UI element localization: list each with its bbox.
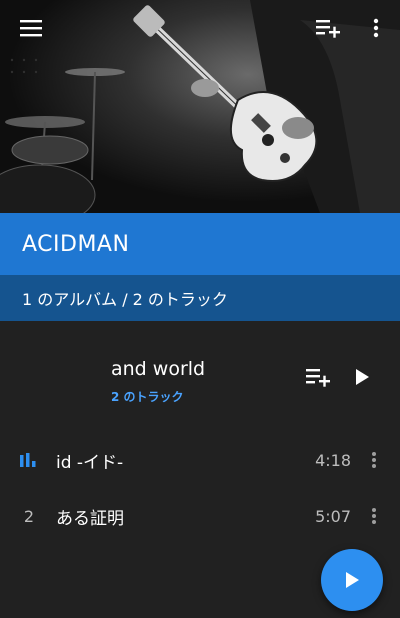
- track-overflow-button[interactable]: [362, 500, 386, 532]
- more-vertical-icon: [372, 452, 376, 468]
- hamburger-menu-icon: [20, 20, 42, 37]
- add-to-queue-button[interactable]: [312, 12, 344, 44]
- track-row[interactable]: id -イド- 4:18: [0, 432, 400, 488]
- play-icon: [356, 369, 369, 385]
- album-play-button[interactable]: [346, 361, 378, 393]
- equalizer-icon: [20, 453, 36, 467]
- track-row[interactable]: 2 ある証明 5:07: [0, 488, 400, 544]
- track-number: 2: [23, 506, 35, 526]
- artist-header: ACIDMAN: [0, 213, 400, 275]
- now-playing-indicator: [18, 432, 40, 488]
- artist-summary-bar: 1 のアルバム / 2 のトラック: [0, 275, 400, 321]
- overflow-menu-button[interactable]: [360, 12, 392, 44]
- track-title: id -イド-: [56, 452, 124, 473]
- menu-button[interactable]: [15, 12, 47, 44]
- artist-hero-image: [0, 0, 400, 213]
- track-duration: 5:07: [315, 506, 351, 526]
- play-icon: [346, 572, 359, 588]
- track-title: ある証明: [56, 508, 124, 529]
- artist-summary: 1 のアルバム / 2 のトラック: [22, 290, 228, 309]
- track-overflow-button[interactable]: [362, 444, 386, 476]
- playlist-add-icon: [306, 369, 330, 387]
- play-all-fab[interactable]: [321, 549, 383, 611]
- more-vertical-icon: [373, 18, 379, 38]
- track-duration: 4:18: [315, 450, 351, 470]
- more-vertical-icon: [372, 508, 376, 524]
- album-add-to-queue-button[interactable]: [302, 361, 334, 393]
- artist-name: ACIDMAN: [22, 231, 130, 257]
- playlist-add-icon: [316, 20, 340, 38]
- album-header[interactable]: and world 2 のトラック: [0, 321, 400, 431]
- album-title: and world: [111, 358, 206, 380]
- album-track-count: 2 のトラック: [111, 390, 184, 404]
